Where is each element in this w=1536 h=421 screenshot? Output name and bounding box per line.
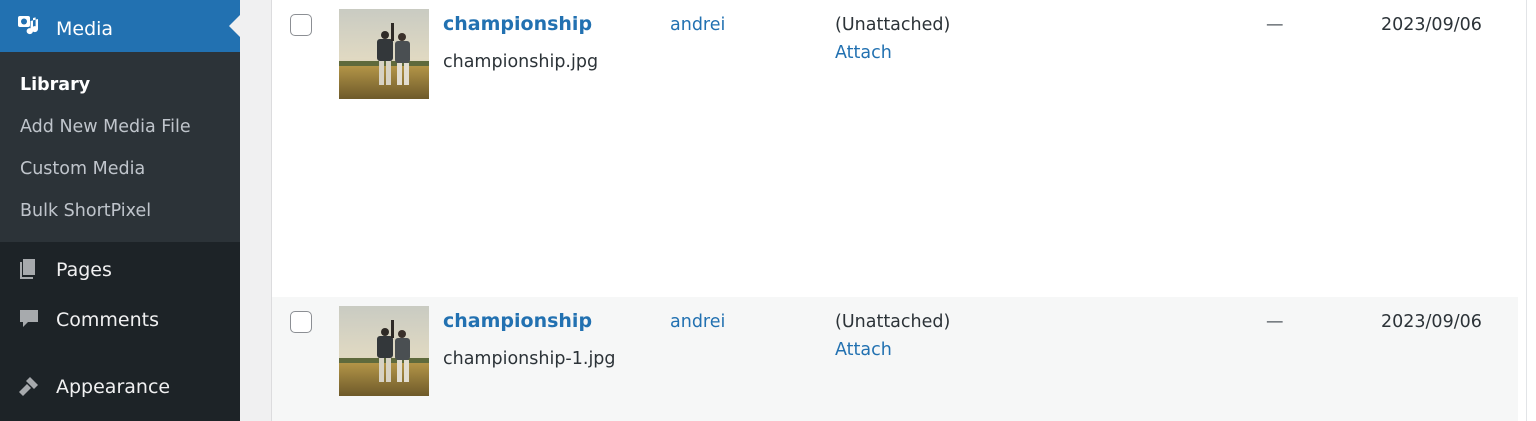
table-row: championship championship.jpg andrei (Un…: [272, 0, 1536, 297]
sidebar-item-media[interactable]: Media: [0, 0, 240, 52]
media-list-table: championship championship.jpg andrei (Un…: [272, 0, 1536, 421]
current-menu-arrow: [229, 15, 240, 37]
submenu-item-library[interactable]: Library: [20, 74, 90, 96]
uploaded-to-status: (Unattached): [835, 15, 951, 35]
sidebar-item-label: Pages: [56, 259, 112, 281]
submenu-item-add-new-media-file[interactable]: Add New Media File: [20, 116, 191, 138]
sidebar-item-label: Media: [56, 18, 114, 40]
media-date: 2023/09/06: [1381, 15, 1482, 35]
media-icon: [18, 16, 39, 35]
comments-count: —: [1266, 15, 1284, 35]
sidebar-item-appearance[interactable]: Appearance: [0, 367, 240, 407]
row-checkbox[interactable]: [290, 311, 312, 333]
sidebar-item-label: Appearance: [56, 376, 171, 398]
media-submenu: Library Add New Media File Custom Media …: [0, 52, 240, 242]
media-title-link[interactable]: championship: [443, 12, 592, 36]
admin-sidebar: Media Library Add New Media File Custom …: [0, 0, 240, 421]
submenu-item-custom-media[interactable]: Custom Media: [20, 158, 145, 180]
media-thumbnail[interactable]: [339, 9, 429, 99]
media-thumbnail[interactable]: [339, 306, 429, 396]
media-date: 2023/09/06: [1381, 312, 1482, 332]
comments-icon: [20, 310, 38, 327]
submenu-item-bulk-shortpixel[interactable]: Bulk ShortPixel: [20, 200, 151, 222]
attach-link[interactable]: Attach: [835, 42, 892, 64]
sidebar-item-pages[interactable]: Pages: [0, 250, 240, 290]
media-filename: championship-1.jpg: [443, 349, 616, 369]
author-link[interactable]: andrei: [670, 311, 725, 333]
pages-icon: [20, 259, 35, 279]
attach-link[interactable]: Attach: [835, 339, 892, 361]
media-filename: championship.jpg: [443, 52, 599, 72]
sidebar-item-label: Comments: [56, 309, 159, 331]
scrollbar-track: [1526, 0, 1527, 421]
vertical-scrollbar[interactable]: [1518, 0, 1536, 421]
table-row: championship championship-1.jpg andrei (…: [272, 297, 1536, 421]
comments-count: —: [1266, 312, 1284, 332]
media-title-link[interactable]: championship: [443, 309, 592, 333]
row-checkbox[interactable]: [290, 14, 312, 36]
appearance-icon: [19, 377, 38, 396]
author-link[interactable]: andrei: [670, 14, 725, 36]
uploaded-to-status: (Unattached): [835, 312, 951, 332]
sidebar-item-comments[interactable]: Comments: [0, 300, 240, 340]
